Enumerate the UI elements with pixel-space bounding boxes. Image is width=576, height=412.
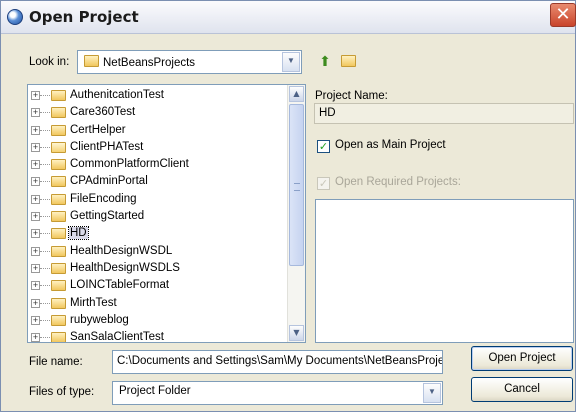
expand-icon[interactable]: + bbox=[31, 263, 40, 273]
tree-item-label: CertHelper bbox=[70, 123, 126, 136]
app-icon bbox=[7, 9, 23, 25]
look-in-value: NetBeansProjects bbox=[84, 54, 195, 69]
folder-icon bbox=[51, 106, 66, 120]
up-folder-icon[interactable]: ⬆ bbox=[316, 53, 334, 71]
folder-icon bbox=[51, 314, 66, 328]
expand-icon[interactable]: + bbox=[31, 108, 40, 118]
expand-icon[interactable]: + bbox=[31, 177, 40, 187]
required-projects-list bbox=[315, 199, 574, 343]
tree-item[interactable]: + AuthenitcationTest bbox=[28, 87, 290, 104]
chevron-down-icon[interactable]: ▼ bbox=[282, 52, 300, 72]
folder-icon bbox=[51, 297, 66, 311]
files-of-type-combo[interactable]: Project Folder ▼ bbox=[112, 381, 443, 405]
tree-item[interactable]: + HealthDesignWSDLS bbox=[28, 260, 290, 277]
expand-icon[interactable]: + bbox=[31, 246, 40, 256]
open-main-label[interactable]: Open as Main Project bbox=[335, 139, 446, 151]
open-folder-icon bbox=[51, 141, 66, 155]
look-in-label: Look in: bbox=[29, 56, 70, 68]
tree-item[interactable]: + ClientPHATest bbox=[28, 139, 290, 156]
scroll-thumb[interactable] bbox=[289, 104, 304, 266]
tree-item-label: HD bbox=[68, 226, 89, 241]
tree-rows: + AuthenitcationTest + Care360Test + CertHelp… bbox=[28, 87, 290, 343]
tree-item[interactable]: + SanSalaClientTest bbox=[28, 329, 290, 343]
folder-icon bbox=[51, 331, 66, 342]
scroll-up-icon[interactable]: ▲ bbox=[289, 86, 304, 102]
folder-icon bbox=[51, 193, 66, 207]
tree-item-label: ClientPHATest bbox=[70, 140, 144, 153]
tree-item[interactable]: + Care360Test bbox=[28, 104, 290, 121]
open-required-checkbox: ✓ bbox=[317, 177, 330, 190]
folder-icon bbox=[51, 210, 66, 224]
expand-icon[interactable]: + bbox=[31, 333, 40, 342]
tree-item-label: SanSalaClientTest bbox=[70, 331, 164, 343]
project-name-field: HD bbox=[314, 103, 574, 124]
expand-icon[interactable]: + bbox=[31, 160, 40, 170]
expand-icon[interactable]: + bbox=[31, 91, 40, 100]
open-main-checkbox[interactable]: ✓ bbox=[317, 140, 330, 153]
file-name-label: File name: bbox=[29, 356, 83, 368]
project-name-label: Project Name: bbox=[315, 90, 388, 102]
expand-icon[interactable]: + bbox=[31, 194, 40, 204]
tree-item[interactable]: + LOINCTableFormat bbox=[28, 277, 290, 294]
folder-icon bbox=[51, 279, 66, 293]
cancel-button[interactable]: Cancel bbox=[471, 377, 573, 402]
tree-item[interactable]: + MirthTest bbox=[28, 295, 290, 312]
look-in-combo[interactable]: NetBeansProjects ▼ bbox=[77, 50, 302, 74]
folder-icon bbox=[51, 245, 66, 259]
open-project-button[interactable]: Open Project bbox=[471, 346, 573, 371]
expand-icon[interactable]: + bbox=[31, 142, 40, 152]
files-of-type-label: Files of type: bbox=[29, 386, 95, 398]
tree-item-label: Care360Test bbox=[70, 106, 136, 119]
tree-item[interactable]: + HealthDesignWSDL bbox=[28, 243, 290, 260]
folder-icon bbox=[51, 175, 66, 189]
folder-icon bbox=[84, 55, 99, 67]
tree-item[interactable]: + CommonPlatformClient bbox=[28, 156, 290, 173]
open-project-dialog: Open Project ✕ Look in: NetBeansProjects… bbox=[0, 0, 576, 412]
tree-item-label: GettingStarted bbox=[70, 210, 145, 223]
expand-icon[interactable]: + bbox=[31, 298, 40, 308]
tree-item[interactable]: + CertHelper bbox=[28, 122, 290, 139]
expand-icon[interactable]: + bbox=[31, 229, 40, 239]
tree-item-label: HealthDesignWSDLS bbox=[70, 261, 180, 274]
tree-item-label: CPAdminPortal bbox=[70, 175, 148, 188]
tree-scrollbar[interactable]: ▲ ▼ bbox=[287, 85, 305, 342]
tree-item-label: MirthTest bbox=[70, 296, 117, 309]
tree-item-label: LOINCTableFormat bbox=[70, 279, 170, 292]
project-tree[interactable]: + AuthenitcationTest + Care360Test + CertHelp… bbox=[27, 84, 306, 343]
new-folder-icon[interactable] bbox=[339, 53, 357, 71]
tree-item[interactable]: + HD bbox=[28, 225, 290, 242]
close-icon[interactable]: ✕ bbox=[550, 3, 576, 27]
folder-icon bbox=[51, 124, 66, 138]
window-title: Open Project bbox=[29, 8, 139, 26]
expand-icon[interactable]: + bbox=[31, 212, 40, 222]
expand-icon[interactable]: + bbox=[31, 125, 40, 135]
tree-item[interactable]: + GettingStarted bbox=[28, 208, 290, 225]
folder-icon bbox=[51, 227, 66, 241]
expand-icon[interactable]: + bbox=[31, 281, 40, 291]
tree-item[interactable]: + FileEncoding bbox=[28, 191, 290, 208]
folder-icon bbox=[51, 158, 66, 172]
folder-icon bbox=[51, 89, 66, 103]
folder-icon bbox=[51, 262, 66, 276]
tree-item[interactable]: + CPAdminPortal bbox=[28, 173, 290, 190]
tree-item[interactable]: + rubyweblog bbox=[28, 312, 290, 329]
chevron-down-icon[interactable]: ▼ bbox=[423, 383, 441, 403]
tree-item-label: AuthenitcationTest bbox=[70, 89, 164, 101]
tree-item-label: rubyweblog bbox=[70, 313, 129, 326]
open-required-label: Open Required Projects: bbox=[335, 176, 461, 188]
file-name-input[interactable]: C:\Documents and Settings\Sam\My Documen… bbox=[112, 350, 443, 374]
expand-icon[interactable]: + bbox=[31, 315, 40, 325]
tree-item-label: FileEncoding bbox=[70, 192, 137, 205]
tree-item-label: CommonPlatformClient bbox=[70, 158, 189, 171]
tree-item-label: HealthDesignWSDL bbox=[70, 244, 173, 257]
scroll-down-icon[interactable]: ▼ bbox=[289, 325, 304, 341]
title-bar[interactable]: Open Project ✕ bbox=[1, 1, 576, 34]
